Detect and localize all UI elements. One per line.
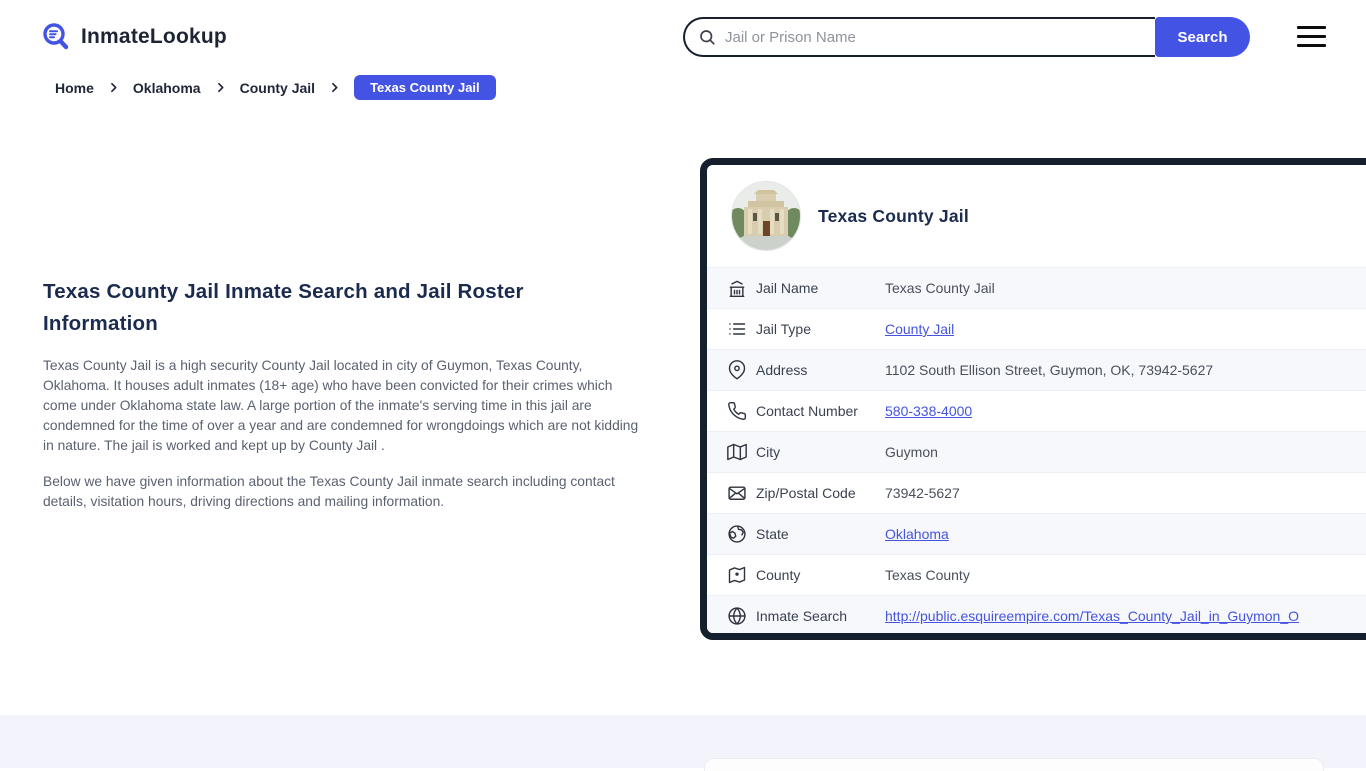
jail-photo <box>731 181 801 251</box>
map-pin-icon <box>727 360 747 380</box>
table-row: Zip/Postal Code 73942-5627 <box>707 472 1366 513</box>
bank-icon <box>727 278 747 298</box>
next-card-edge <box>704 758 1324 771</box>
table-row: Jail Name Texas County Jail <box>707 267 1366 308</box>
row-label: Zip/Postal Code <box>756 485 856 501</box>
brand-name: InmateLookup <box>81 25 227 48</box>
table-row: County Texas County <box>707 554 1366 595</box>
card-header: Texas County Jail <box>707 165 1366 267</box>
brand-logo[interactable]: InmateLookup <box>40 21 227 53</box>
earth-icon <box>727 524 747 544</box>
row-label: Address <box>756 362 808 378</box>
table-row: Address 1102 South Ellison Street, Guymo… <box>707 349 1366 390</box>
magnifier-lines-icon <box>40 21 72 53</box>
row-label: State <box>756 526 789 542</box>
row-value: Texas County Jail <box>885 280 995 296</box>
list-icon <box>727 319 747 339</box>
row-value: 1102 South Ellison Street, Guymon, OK, 7… <box>885 362 1214 378</box>
site-search: Search <box>683 17 1250 57</box>
row-value: Guymon <box>885 444 938 460</box>
table-row: Jail Type County Jail <box>707 308 1366 349</box>
row-value: Texas County <box>885 567 970 583</box>
page-title: Texas County Jail Inmate Search and Jail… <box>43 280 524 335</box>
map-icon <box>727 442 747 462</box>
breadcrumb-oklahoma[interactable]: Oklahoma <box>133 80 201 96</box>
search-field-container <box>683 17 1155 57</box>
table-row: City Guymon <box>707 431 1366 472</box>
breadcrumb: Home Oklahoma County Jail Texas County J… <box>55 75 496 100</box>
article-paragraph: Texas County Jail is a high security Cou… <box>43 358 639 453</box>
jail-info-card: Texas County Jail Jail Name Texas County… <box>700 158 1366 640</box>
breadcrumb-current-badge[interactable]: Texas County Jail <box>354 75 496 100</box>
breadcrumb-home[interactable]: Home <box>55 80 94 96</box>
row-label: County <box>756 567 801 583</box>
table-row: State Oklahoma <box>707 513 1366 554</box>
row-label: Jail Type <box>756 321 811 337</box>
breadcrumb-county-jail[interactable]: County Jail <box>240 80 315 96</box>
article: Texas County Jail Inmate Search and Jail… <box>43 276 643 512</box>
envelope-icon <box>727 483 747 503</box>
table-row: Contact Number 580-338-4000 <box>707 390 1366 431</box>
jail-card-title: Texas County Jail <box>818 205 969 226</box>
row-label: City <box>756 444 781 460</box>
search-button[interactable]: Search <box>1155 17 1250 57</box>
chevron-right-icon <box>107 81 120 94</box>
article-paragraph: Below we have given information about th… <box>43 474 615 509</box>
county-map-icon <box>727 565 747 585</box>
row-label: Jail Name <box>756 280 819 296</box>
row-label: Inmate Search <box>756 608 848 624</box>
phone-icon <box>727 401 747 421</box>
globe-icon <box>727 606 747 626</box>
jail-type-link[interactable]: County Jail <box>885 321 954 337</box>
row-value: 73942-5627 <box>885 485 960 501</box>
search-icon <box>698 28 716 46</box>
menu-icon[interactable] <box>1297 26 1326 47</box>
chevron-right-icon <box>214 81 227 94</box>
table-row: Inmate Search http://public.esquireempir… <box>707 595 1366 633</box>
row-label: Contact Number <box>756 403 858 419</box>
contact-number-link[interactable]: 580-338-4000 <box>885 403 972 419</box>
inmate-search-link[interactable]: http://public.esquireempire.com/Texas_Co… <box>885 608 1299 624</box>
search-input[interactable] <box>716 27 1155 47</box>
jail-detail-table: Jail Name Texas County Jail Jail Type Co… <box>707 267 1366 633</box>
state-link[interactable]: Oklahoma <box>885 526 949 542</box>
chevron-right-icon <box>328 81 341 94</box>
